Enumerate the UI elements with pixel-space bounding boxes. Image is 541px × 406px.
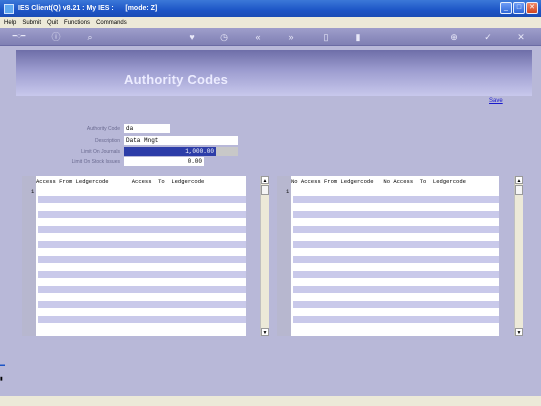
no-access-grid-header: No Access From Ledgercode No Access To L… xyxy=(291,178,466,185)
no-access-grid-scrollbar[interactable]: ▲ ▼ xyxy=(514,176,523,336)
table-row[interactable] xyxy=(38,241,246,248)
content-area: Authority Codes Save Authority Code da D… xyxy=(0,46,541,406)
close-icon[interactable]: ✕ xyxy=(515,31,527,43)
table-row[interactable] xyxy=(293,186,499,194)
clock-icon[interactable]: ◷ xyxy=(218,31,230,43)
table-row[interactable] xyxy=(38,226,246,233)
add-icon[interactable]: ⊕ xyxy=(448,31,460,43)
table-row[interactable] xyxy=(38,256,246,263)
table-row[interactable] xyxy=(293,286,499,293)
header-band xyxy=(16,50,532,96)
table-row[interactable] xyxy=(293,241,499,248)
toolbar: ━○━ ⓘ ⌕ ♥ ◷ « » ▯ ▮ ⊕ ✓ ✕ xyxy=(0,28,541,46)
menu-bar: Help Submit Quit Functions Commands xyxy=(0,17,541,28)
menu-submit[interactable]: Submit xyxy=(22,20,41,26)
scroll-up-icon[interactable]: ▲ xyxy=(515,176,523,184)
search-icon[interactable]: ⌕ xyxy=(84,31,96,43)
authority-code-label: Authority Code xyxy=(86,126,120,132)
limit-journals-field[interactable]: 1,000.00 xyxy=(124,147,216,156)
table-row[interactable] xyxy=(293,316,499,323)
logo-icon[interactable]: ━○━ xyxy=(8,31,30,43)
window-title: IES Client(Q) v8.21 : My IES : [mode: Z] xyxy=(18,5,158,12)
access-grid-scrollbar[interactable]: ▲ ▼ xyxy=(260,176,269,336)
table-row[interactable] xyxy=(293,226,499,233)
page-title: Authority Codes xyxy=(124,72,229,87)
maximize-button[interactable]: □ xyxy=(513,2,525,14)
limit-stock-label: Limit On Stock Issues xyxy=(71,159,120,165)
trash-icon[interactable]: ▮ xyxy=(352,31,364,43)
row-number-column xyxy=(277,176,291,336)
menu-quit[interactable]: Quit xyxy=(47,20,58,26)
access-grid-header: Access From Ledgercode Access To Ledgerc… xyxy=(36,178,205,185)
scroll-down-icon[interactable]: ▼ xyxy=(261,328,269,336)
description-field[interactable]: Data Mngt xyxy=(124,136,238,145)
menu-functions[interactable]: Functions xyxy=(64,20,90,26)
minimize-button[interactable]: _ xyxy=(500,2,512,14)
row-number: 1 xyxy=(31,188,35,195)
table-row[interactable] xyxy=(293,271,499,278)
table-row[interactable] xyxy=(38,211,246,218)
access-grid: Access From Ledgercode Access To Ledgerc… xyxy=(22,176,246,336)
side-tool-icon[interactable]: ▮ xyxy=(0,376,8,382)
limit-stock-field[interactable]: 0.00 xyxy=(124,157,204,166)
bookmark-icon[interactable]: ▯ xyxy=(320,31,332,43)
back-icon[interactable]: « xyxy=(252,31,264,43)
menu-commands[interactable]: Commands xyxy=(96,20,127,26)
limit-journals-field-frame: 1,000.00 xyxy=(124,147,238,156)
table-row[interactable] xyxy=(38,301,246,308)
close-window-button[interactable]: ✕ xyxy=(526,2,538,14)
side-tab-icon[interactable]: ▬ xyxy=(0,362,8,368)
row-number: 1 xyxy=(286,188,290,195)
table-row[interactable] xyxy=(38,316,246,323)
limit-journals-label: Limit On Journals xyxy=(81,149,120,155)
title-bar: IES Client(Q) v8.21 : My IES : [mode: Z]… xyxy=(0,0,541,17)
table-row[interactable] xyxy=(293,256,499,263)
heart-icon[interactable]: ♥ xyxy=(186,31,198,43)
table-row[interactable] xyxy=(38,186,246,194)
menu-help[interactable]: Help xyxy=(4,20,16,26)
description-label: Description xyxy=(94,138,120,144)
table-row[interactable] xyxy=(38,271,246,278)
table-row[interactable] xyxy=(293,211,499,218)
forward-icon[interactable]: » xyxy=(285,31,297,43)
row-number-column xyxy=(22,176,36,336)
scroll-thumb[interactable] xyxy=(515,185,523,195)
scroll-thumb[interactable] xyxy=(261,185,269,195)
table-row[interactable] xyxy=(38,286,246,293)
check-icon[interactable]: ✓ xyxy=(482,31,494,43)
app-icon xyxy=(4,3,14,14)
scroll-down-icon[interactable]: ▼ xyxy=(515,328,523,336)
table-row[interactable] xyxy=(293,196,499,203)
info-icon[interactable]: ⓘ xyxy=(50,31,62,43)
authority-code-field[interactable]: da xyxy=(124,124,170,133)
table-row[interactable] xyxy=(38,196,246,203)
save-link[interactable]: Save xyxy=(489,98,503,104)
table-row[interactable] xyxy=(293,301,499,308)
no-access-grid: No Access From Ledgercode No Access To L… xyxy=(277,176,499,336)
status-bar xyxy=(0,396,541,406)
scroll-up-icon[interactable]: ▲ xyxy=(261,176,269,184)
